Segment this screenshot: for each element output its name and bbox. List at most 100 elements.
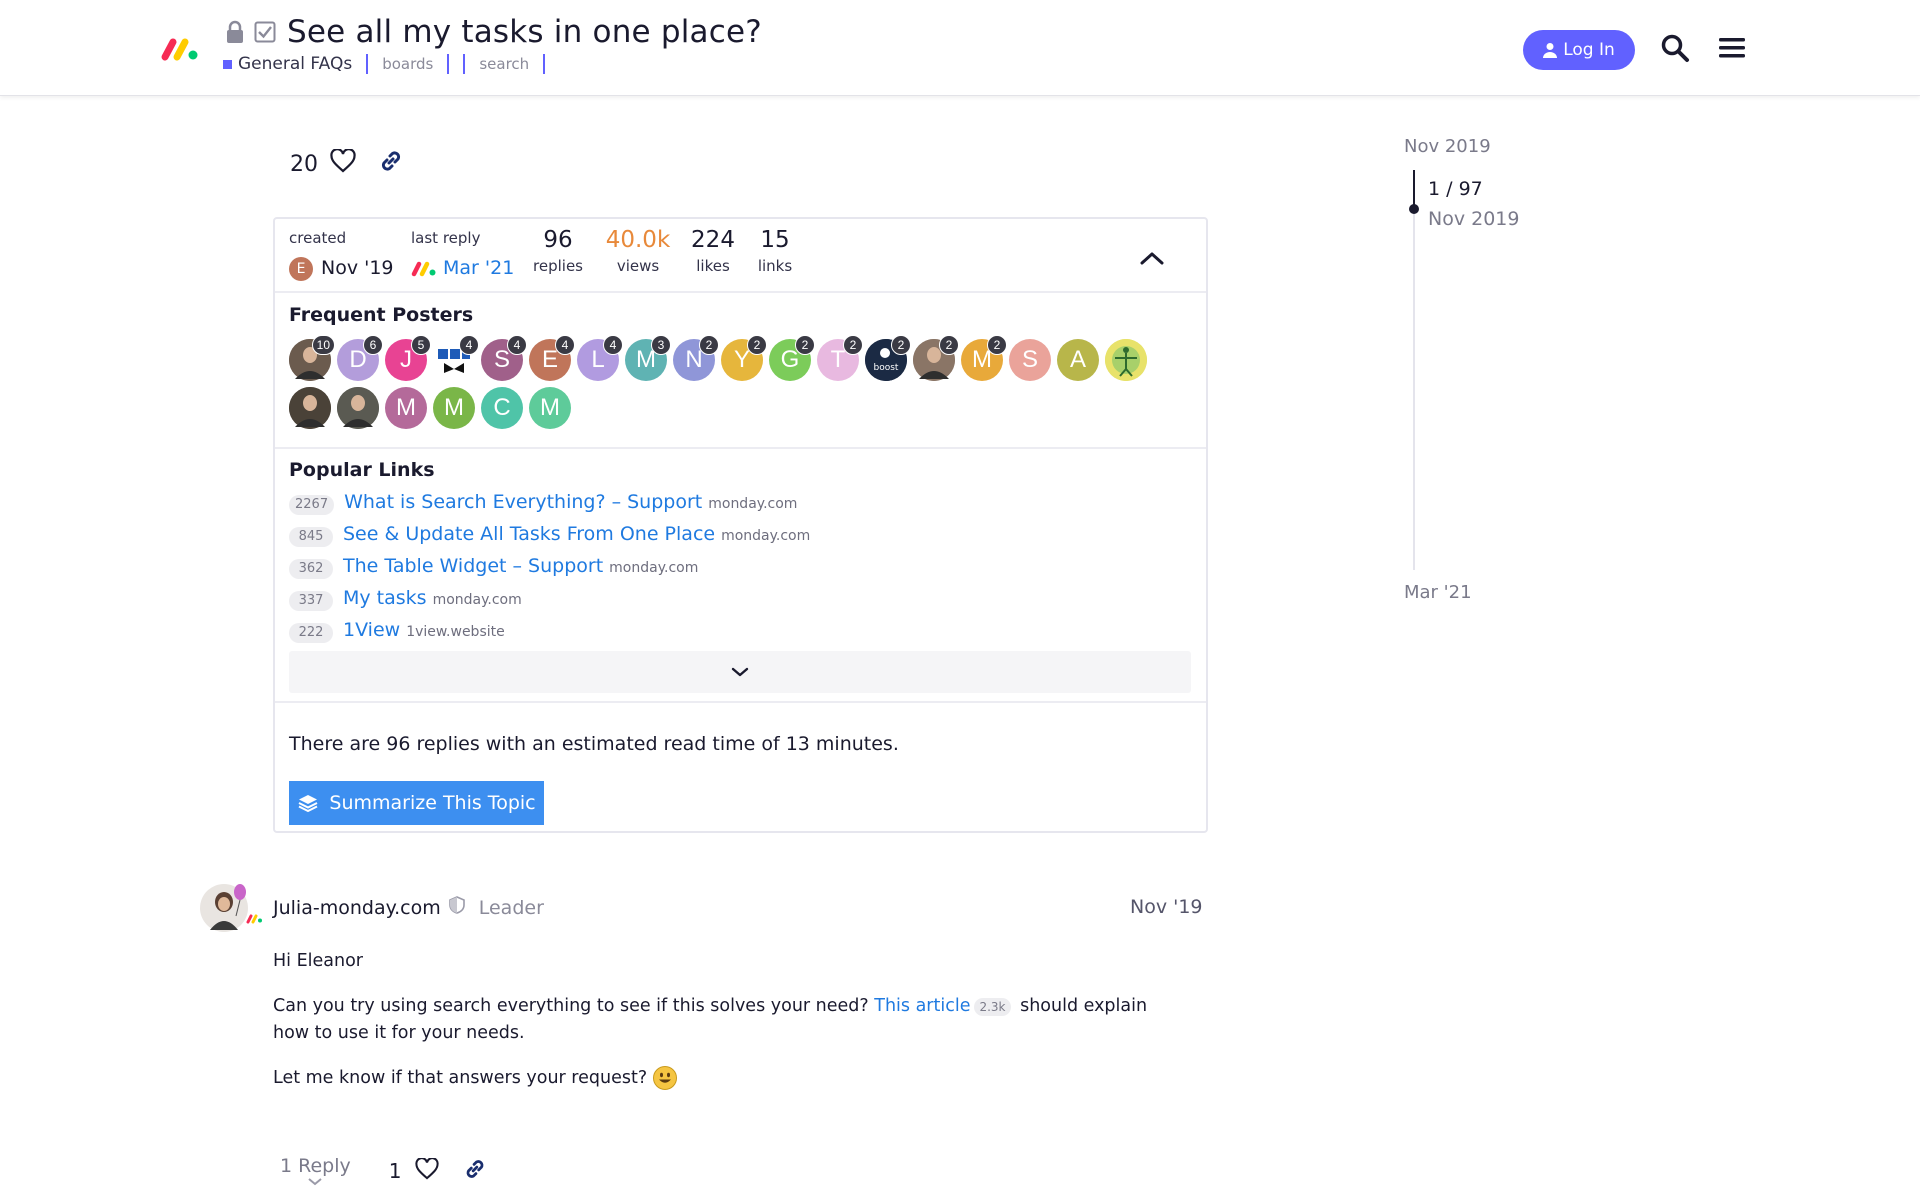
category-badge[interactable]: General FAQs [223,54,352,74]
poster-avatar[interactable]: M3 [625,335,671,381]
timeline-position: 1 / 97 [1428,178,1483,200]
poster-post-count: 2 [939,335,959,355]
poster-avatar[interactable]: M [433,387,475,429]
poster-avatar[interactable]: A [1057,339,1099,381]
link-title[interactable]: See & Update All Tasks From One Place [343,523,715,545]
copy-link-icon[interactable] [463,1157,487,1186]
heart-icon[interactable] [415,1156,440,1185]
poster-avatar[interactable]: S [1009,339,1051,381]
tag-separator [447,54,450,74]
poster-initial: C [493,394,511,421]
poster-avatar[interactable]: G2 [769,335,815,381]
popular-link[interactable]: 2267 What is Search Everything? – Suppor… [289,491,1169,523]
popular-link[interactable]: 337 My tasks monday.com [289,587,1169,619]
like-count[interactable]: 1 [389,1159,402,1183]
poster-avatar[interactable]: boost 2 [865,335,911,381]
poster-avatar[interactable]: Y2 [721,335,767,381]
poster-avatar[interactable]: M2 [961,335,1007,381]
last-reply-date[interactable]: Mar '21 [443,257,514,279]
poster-post-count: 2 [891,335,911,355]
timeline-track[interactable] [1413,170,1415,570]
link-title[interactable]: The Table Widget – Support [343,555,603,577]
copy-link-icon[interactable] [378,148,404,180]
link-title[interactable]: What is Search Everything? – Support [344,491,702,513]
poster-post-count: 2 [843,335,863,355]
topic-title-row: See all my tasks in one place? [223,14,762,50]
topic-title[interactable]: See all my tasks in one place? [287,14,762,50]
poster-avatar[interactable]: S4 [481,335,527,381]
poster-post-count: 5 [411,335,431,355]
timeline-start-date[interactable]: Nov 2019 [1404,136,1491,157]
poster-avatar[interactable]: 10 [289,335,335,381]
link-click-count: 845 [289,527,333,547]
login-button[interactable]: Log In [1523,30,1635,70]
poster-post-count: 10 [311,335,335,355]
summarize-label: Summarize This Topic [329,792,536,814]
poster-avatar[interactable]: L4 [577,335,623,381]
link-domain: monday.com [609,560,699,576]
article-link[interactable]: This article [874,996,970,1016]
search-icon[interactable] [1657,30,1693,66]
heart-icon[interactable] [330,148,356,179]
hamburger-menu-icon[interactable] [1714,30,1750,66]
poster-avatar[interactable]: E4 [529,335,575,381]
reply-count: 1 Reply [280,1155,351,1177]
poster-post-count: 2 [795,335,815,355]
stat-links-label: links [757,257,793,275]
section-divider [275,701,1206,703]
stat-links-value: 15 [760,227,790,253]
poster-initial: A [1069,346,1086,373]
stat-replies-label: replies [533,257,583,275]
last-reply-avatar[interactable] [411,261,437,281]
timeline-end-date[interactable]: Mar '21 [1404,582,1472,603]
link-title[interactable]: 1View [343,619,400,641]
smiley-emoji-icon [652,1066,677,1090]
summarize-topic-button[interactable]: Summarize This Topic [289,781,544,825]
collapse-chevron-up-icon[interactable] [1137,243,1167,273]
category-label: General FAQs [238,54,353,74]
poster-post-count: 6 [363,335,383,355]
frequent-posters-title: Frequent Posters [289,304,474,326]
post-body: Hi Eleanor Can you try using search ever… [273,948,1173,1110]
monday-logo[interactable] [160,36,200,62]
post-date[interactable]: Nov '19 [1130,896,1203,918]
frequent-posters: 10 D 6 J 5 4 S 4 E 4 L 4 M 3 N 2 Y 2 G 2 T 2 boost 2 2 M 2 S A MMCM [289,335,1149,435]
tag-boards[interactable]: boards [382,55,433,73]
creator-avatar[interactable]: E [289,257,313,281]
poster-avatar[interactable]: J5 [385,335,431,381]
poster-avatar[interactable]: T2 [817,335,863,381]
poster-avatar[interactable]: C [481,387,523,429]
link-title[interactable]: My tasks [343,587,427,609]
link-click-count: 337 [289,591,333,611]
topic-map-stats: created E Nov '19 last reply Mar '21 96 … [275,219,1206,293]
stat-views-label: views [616,257,660,275]
poster-avatar[interactable]: N2 [673,335,719,381]
show-replies-button[interactable]: 1 Reply [280,1155,351,1187]
poster-avatar[interactable] [337,387,379,429]
author-avatar[interactable] [200,882,262,932]
poster-avatar[interactable]: M [529,387,571,429]
category-tags-row: General FAQs boards search [223,54,559,74]
poster-avatar[interactable] [1105,339,1147,381]
poster-avatar[interactable]: M [385,387,427,429]
poster-avatar[interactable] [289,387,331,429]
poster-avatar[interactable]: D6 [337,335,383,381]
summary-text: There are 96 replies with an estimated r… [289,733,899,755]
expand-links-button[interactable] [289,651,1191,693]
stat-links: 15 links [735,227,815,275]
popular-link[interactable]: 362 The Table Widget – Support monday.co… [289,555,1169,587]
poster-post-count: 3 [651,335,671,355]
stat-replies: 96 replies [518,227,598,275]
popular-link[interactable]: 222 1View 1view.website [289,619,1169,651]
post-paragraph: Let me know if that answers your request… [273,1065,1173,1092]
tag-search[interactable]: search [479,55,529,73]
poster-post-count: 2 [987,335,1007,355]
popular-link[interactable]: 845 See & Update All Tasks From One Plac… [289,523,1169,555]
like-count[interactable]: 20 [290,152,318,177]
poster-avatar[interactable]: 2 [913,335,959,381]
chevron-down-icon [731,667,749,677]
author-username[interactable]: Julia-monday.com [273,897,441,919]
poster-avatar[interactable]: 4 [433,335,479,381]
post-text: Let me know if that answers your request… [273,1068,653,1088]
poster-initial: T [830,346,846,373]
